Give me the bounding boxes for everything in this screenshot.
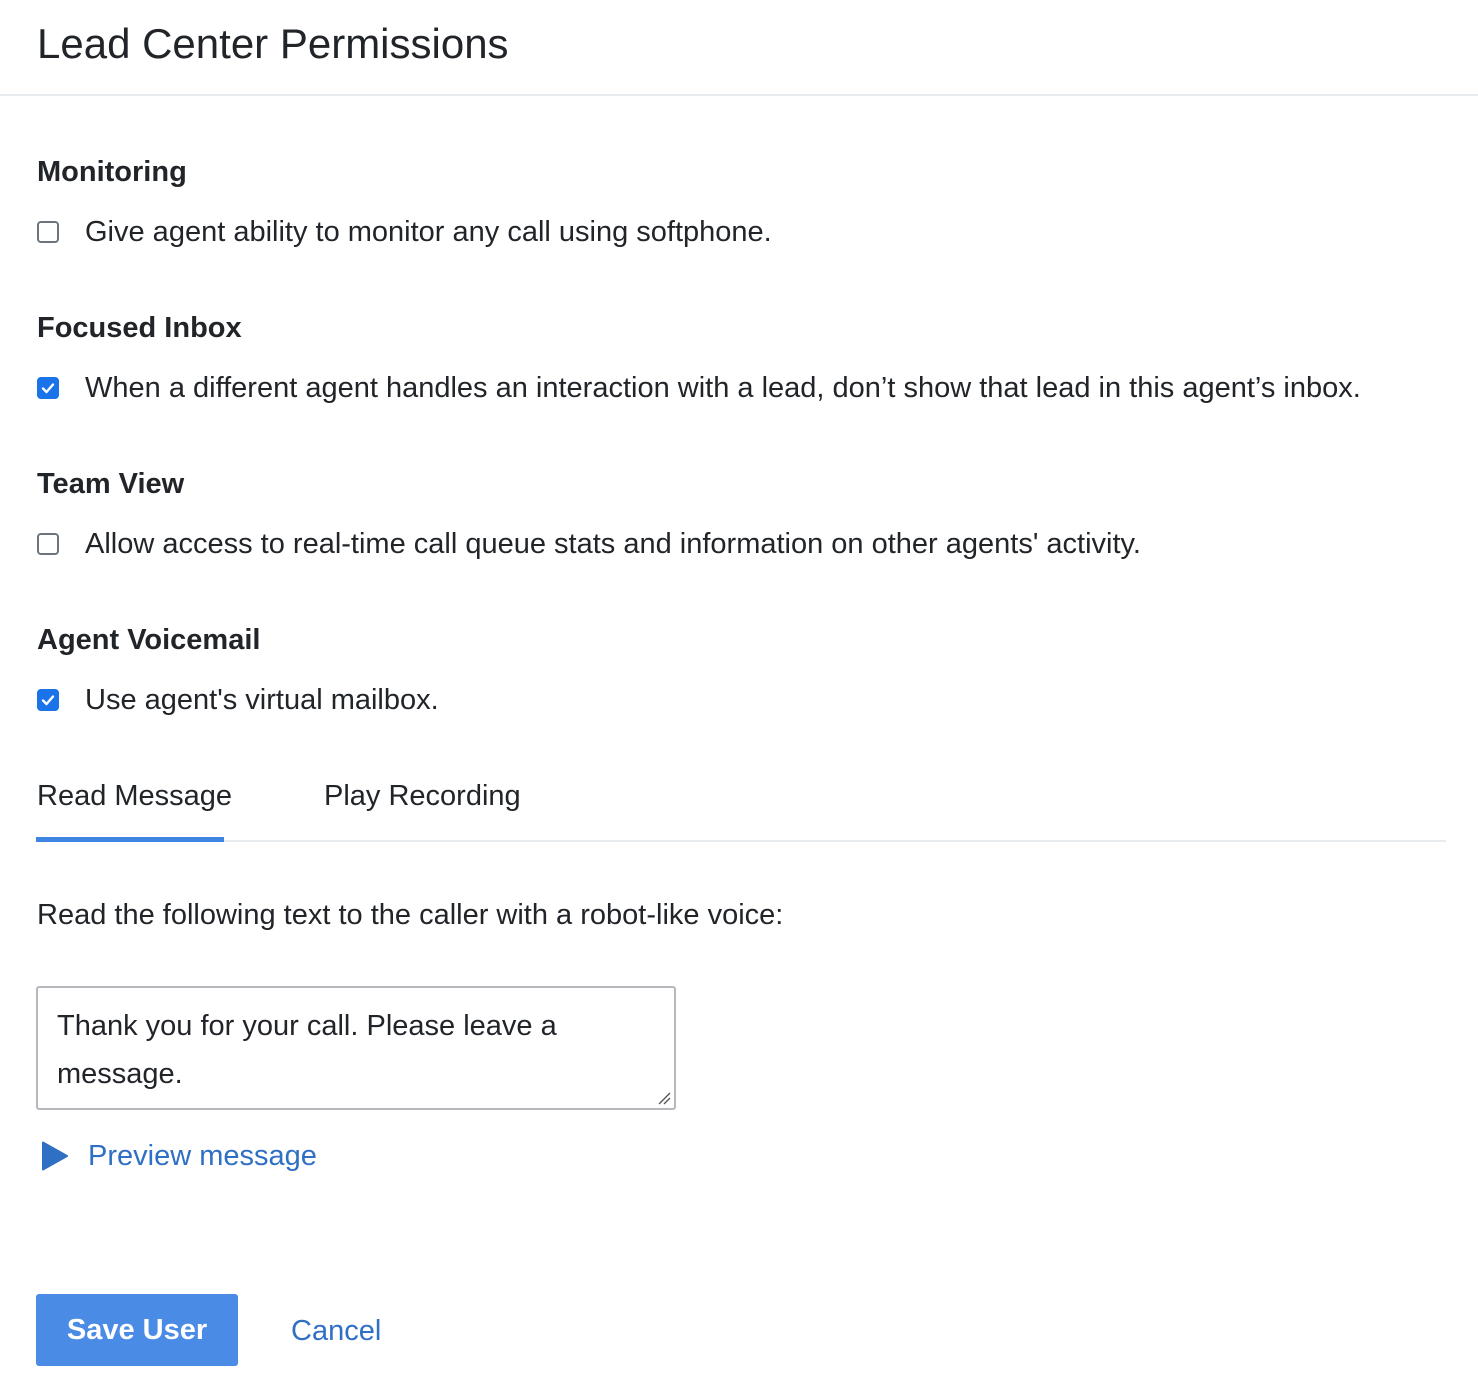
voicemail-tabs: Read Message Play Recording — [36, 764, 1446, 842]
message-textarea-value[interactable]: Thank you for your call. Please leave a … — [57, 1002, 617, 1098]
section-heading-focused-inbox: Focused Inbox — [37, 312, 242, 344]
option-team-view[interactable]: Allow access to real-time call queue sta… — [37, 524, 1141, 564]
resize-grip-icon[interactable] — [657, 1091, 671, 1105]
preview-message-link[interactable]: Preview message — [40, 1136, 317, 1176]
section-heading-monitoring: Monitoring — [37, 156, 187, 188]
section-heading-agent-voicemail: Agent Voicemail — [37, 624, 261, 656]
team-view-label: Allow access to real-time call queue sta… — [85, 528, 1141, 560]
play-icon — [42, 1141, 68, 1171]
option-focused-inbox[interactable]: When a different agent handles an intera… — [37, 368, 1361, 408]
tab-read-message[interactable]: Read Message — [36, 764, 232, 842]
page-title: Lead Center Permissions — [37, 20, 509, 67]
agent-voicemail-checkbox[interactable] — [37, 689, 59, 711]
option-monitoring[interactable]: Give agent ability to monitor any call u… — [37, 212, 772, 252]
monitoring-checkbox[interactable] — [37, 221, 59, 243]
focused-inbox-label: When a different agent handles an intera… — [85, 372, 1361, 404]
check-icon — [41, 383, 55, 394]
agent-voicemail-label: Use agent's virtual mailbox. — [85, 684, 439, 716]
read-message-instruction: Read the following text to the caller wi… — [37, 899, 784, 931]
monitoring-label: Give agent ability to monitor any call u… — [85, 216, 772, 248]
team-view-checkbox[interactable] — [37, 533, 59, 555]
option-agent-voicemail[interactable]: Use agent's virtual mailbox. — [37, 680, 439, 720]
focused-inbox-checkbox[interactable] — [37, 377, 59, 399]
section-heading-team-view: Team View — [37, 468, 185, 500]
cancel-link[interactable]: Cancel — [291, 1312, 381, 1350]
preview-message-label: Preview message — [88, 1139, 317, 1172]
page-header: Lead Center Permissions — [0, 0, 1478, 96]
message-textarea[interactable]: Thank you for your call. Please leave a … — [36, 986, 676, 1110]
check-icon — [41, 695, 55, 706]
save-user-button[interactable]: Save User — [36, 1294, 238, 1366]
tab-play-recording[interactable]: Play Recording — [324, 764, 521, 842]
